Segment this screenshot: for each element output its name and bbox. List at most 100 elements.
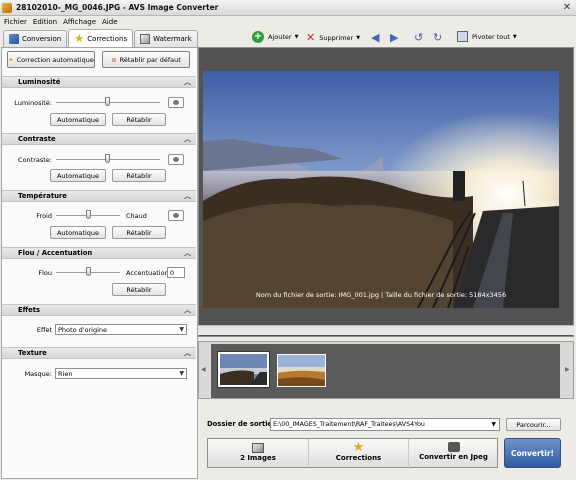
flou-slider-thumb[interactable] — [86, 267, 91, 276]
temperature-reset-button[interactable]: Rétablir — [112, 226, 166, 239]
contraste-label: Contraste: — [18, 156, 52, 164]
preview-caption: Nom du fichier de sortie: IMG_001.jpg | … — [255, 291, 507, 299]
contraste-reset-button[interactable]: Rétablir — [112, 169, 166, 182]
section-flou[interactable]: Flou / Accentuation ︿ — [2, 247, 196, 259]
star-icon: ★ — [74, 31, 85, 45]
steps-bar: 2 Images ★ Corrections Convertir en Jpeg — [207, 438, 498, 469]
temperature-slider-thumb[interactable] — [86, 210, 91, 219]
luminosite-lock-icon[interactable] — [168, 97, 184, 108]
chevron-up-icon: ︿ — [184, 349, 191, 357]
section-texture[interactable]: Texture ︿ — [2, 347, 196, 359]
thumbnail-1-image — [220, 354, 267, 385]
browse-button[interactable]: Parcourir... — [506, 418, 561, 431]
effet-select[interactable]: Photo d'origine ▼ — [55, 324, 187, 335]
output-folder-value: E:\00_IMAGES_Traitement\RAF_Traitees\AVS… — [273, 421, 425, 428]
scroll-right-icon[interactable]: ▶ — [565, 366, 570, 373]
chevron-down-icon: ▼ — [179, 370, 184, 377]
reset-default-button[interactable]: ⊘ Rétablir par défaut — [102, 51, 190, 68]
step-convert-format[interactable]: Convertir en Jpeg — [408, 439, 498, 469]
arrow-left-icon[interactable]: ◀ — [371, 31, 379, 44]
flou-reset-button[interactable]: Rétablir — [112, 283, 166, 296]
watermark-icon — [140, 34, 151, 44]
step-images-label: 2 Images — [240, 454, 276, 462]
effet-select-value: Photo d'origine — [58, 326, 108, 334]
step-corrections[interactable]: ★ Corrections — [308, 439, 408, 469]
section-title: Flou / Accentuation — [18, 249, 93, 257]
magic-wand-icon: ✦ — [8, 55, 14, 64]
tab-watermark[interactable]: Watermark — [134, 30, 198, 47]
chevron-up-icon: ︿ — [184, 192, 191, 200]
tab-corrections-label: Corrections — [87, 34, 128, 43]
delete-icon: ✕ — [306, 31, 316, 44]
section-effets[interactable]: Effets ︿ — [2, 304, 196, 316]
chevron-up-icon: ︿ — [184, 249, 191, 257]
add-button[interactable]: + Ajouter ▼ — [252, 31, 298, 43]
thumbnail-1[interactable] — [218, 352, 269, 387]
step-corrections-label: Corrections — [335, 454, 382, 462]
tab-corrections[interactable]: ★ Corrections — [68, 29, 134, 47]
temperature-chaud-label: Chaud — [126, 212, 147, 220]
reset-default-label: Rétablir par défaut — [119, 55, 181, 64]
tab-watermark-label: Watermark — [153, 35, 192, 43]
flou-value-input[interactable]: 0 — [167, 267, 185, 278]
convert-button[interactable]: Convertir! — [504, 438, 561, 468]
rotate-left-icon[interactable]: ↺ — [414, 31, 423, 44]
conversion-icon — [9, 34, 19, 44]
section-title: Contraste — [18, 135, 56, 143]
effet-label: Effet — [36, 326, 52, 334]
menu-edition[interactable]: Edition — [33, 18, 57, 26]
section-temperature[interactable]: Température ︿ — [2, 190, 196, 202]
delete-button[interactable]: ✕ Supprimer ▼ — [306, 31, 360, 44]
section-title: Effets — [18, 306, 41, 314]
contraste-slider-thumb[interactable] — [105, 154, 110, 163]
title-bar: 28102010-_MG_0046.JPG - AVS Image Conver… — [0, 0, 576, 16]
chevron-up-icon: ︿ — [184, 78, 191, 86]
rotate-right-icon[interactable]: ↻ — [433, 31, 442, 44]
chevron-down-icon: ▼ — [491, 421, 496, 428]
contraste-auto-button[interactable]: Automatique — [50, 169, 106, 182]
landscape-photo — [203, 71, 559, 308]
rotate-all-button[interactable]: Pivoter tout ▼ — [457, 31, 517, 42]
luminosite-slider-thumb[interactable] — [105, 97, 110, 106]
tab-bar: Conversion ★ Corrections Watermark — [0, 29, 198, 47]
section-luminosite[interactable]: Luminosité ︿ — [2, 76, 196, 88]
auto-correction-button[interactable]: ✦ Correction automatique — [7, 51, 95, 68]
section-title: Texture — [18, 349, 47, 357]
arrow-right-icon[interactable]: ▶ — [390, 31, 398, 44]
preview-scrollbar[interactable] — [198, 325, 574, 335]
dropdown-arrow-icon: ▼ — [512, 33, 517, 40]
rotate-all-icon — [457, 31, 468, 42]
masque-select-value: Rien — [58, 370, 73, 378]
temperature-lock-icon[interactable] — [168, 210, 184, 221]
chevron-down-icon: ▼ — [179, 326, 184, 333]
flou-label: Flou — [38, 269, 52, 277]
delete-label: Supprimer — [319, 33, 354, 42]
images-icon — [252, 443, 264, 453]
output-folder-select[interactable]: E:\00_IMAGES_Traitement\RAF_Traitees\AVS… — [270, 418, 500, 431]
contraste-lock-icon[interactable] — [168, 154, 184, 165]
camera-icon — [447, 442, 460, 452]
menu-aide[interactable]: Aide — [102, 18, 117, 26]
menu-affichage[interactable]: Affichage — [63, 18, 96, 26]
section-contraste[interactable]: Contraste ︿ — [2, 133, 196, 145]
chevron-up-icon: ︿ — [184, 306, 191, 314]
luminosite-auto-button[interactable]: Automatique — [50, 113, 106, 126]
tab-conversion[interactable]: Conversion — [3, 30, 68, 47]
auto-correction-label: Correction automatique — [16, 55, 94, 64]
close-icon[interactable]: ✕ — [561, 2, 573, 13]
preview-image — [203, 71, 559, 308]
temperature-froid-label: Froid — [36, 212, 52, 220]
menu-fichier[interactable]: Fichier — [4, 18, 27, 26]
output-folder-label: Dossier de sortie: — [207, 420, 275, 428]
thumbnail-2[interactable] — [277, 354, 326, 387]
tab-conversion-label: Conversion — [22, 35, 62, 43]
section-title: Luminosité — [18, 78, 61, 86]
step-convert-format-label: Convertir en Jpeg — [419, 453, 488, 461]
scroll-left-icon[interactable]: ◀ — [201, 366, 206, 373]
temperature-auto-button[interactable]: Automatique — [50, 226, 106, 239]
step-images[interactable]: 2 Images — [208, 439, 308, 469]
luminosite-reset-button[interactable]: Rétablir — [112, 113, 166, 126]
reset-icon: ⊘ — [111, 55, 117, 64]
luminosite-label: Luminosité: — [14, 99, 52, 107]
masque-select[interactable]: Rien ▼ — [55, 368, 187, 379]
